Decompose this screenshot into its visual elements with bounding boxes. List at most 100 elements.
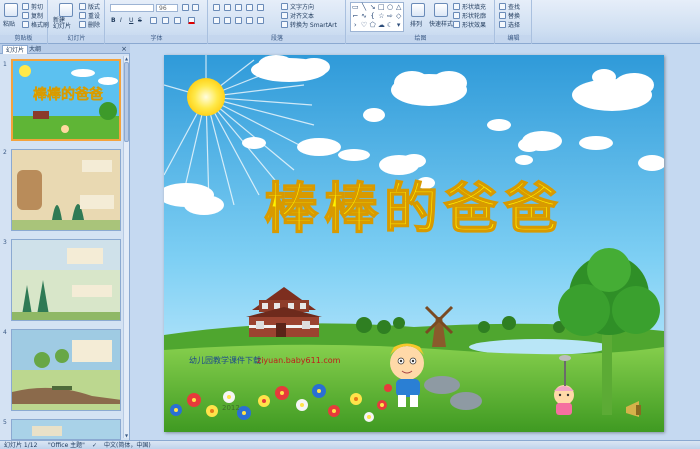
- align-right-icon[interactable]: [235, 17, 242, 24]
- clipboard-group: 粘贴 剪切 复制 格式刷 剪贴板: [0, 0, 49, 44]
- format-painter-button[interactable]: 格式刷: [22, 20, 49, 29]
- language[interactable]: 中文(简体，中国): [104, 441, 151, 449]
- shapes-gallery[interactable]: ▭ ╲ ↘ □ ○ △ ⌐ ∿{☆ ⇨ ◇ › ♡ ⬠ ☁ ☾ ▾: [350, 2, 404, 32]
- font-name-field[interactable]: [110, 4, 154, 12]
- thumbnail-4-art: [12, 330, 120, 410]
- bullets-icon[interactable]: [213, 4, 220, 11]
- thumbnail-number: 2: [3, 149, 7, 156]
- align-left-icon[interactable]: [213, 17, 220, 24]
- cloud-shape-icon[interactable]: ☁: [377, 21, 386, 30]
- thumbnail-number: 4: [3, 329, 7, 336]
- textbox-shape-icon[interactable]: ▭: [351, 3, 360, 12]
- italic-button[interactable]: I: [120, 17, 122, 24]
- layout-icon: [79, 3, 86, 10]
- paste-icon[interactable]: [4, 3, 18, 17]
- tab-slides[interactable]: 幻灯片: [2, 45, 29, 54]
- footer-credit: 幼儿园教学课件下载: [189, 355, 261, 365]
- slide-thumbnail-4[interactable]: [11, 329, 121, 411]
- scroll-down-icon[interactable]: ▼: [124, 433, 129, 438]
- footer-url[interactable]: ziyuan.baby611.com: [257, 356, 341, 365]
- callout-shape-icon[interactable]: ◇: [394, 12, 403, 21]
- slide-thumbnail-2[interactable]: [11, 149, 121, 231]
- paste-button[interactable]: 粘贴: [3, 19, 15, 28]
- decrease-indent-icon[interactable]: [235, 4, 242, 11]
- arrow-shape-icon[interactable]: ↘: [368, 3, 377, 12]
- right-arrow-shape-icon[interactable]: ⇨: [386, 12, 395, 21]
- triangle-shape-icon[interactable]: △: [394, 3, 403, 12]
- girl-character: [554, 385, 574, 415]
- thumbnail-2-art: [12, 150, 120, 230]
- bold-button[interactable]: B: [111, 17, 116, 24]
- delete-slide-button[interactable]: 删除: [79, 20, 100, 29]
- more-shapes-icon[interactable]: ▾: [394, 21, 403, 30]
- font-group-label: 字体: [106, 35, 207, 43]
- underline-button[interactable]: U: [129, 17, 133, 24]
- font-color-icon[interactable]: [188, 17, 195, 24]
- oval-shape-icon[interactable]: ○: [386, 3, 395, 12]
- justify-icon[interactable]: [246, 17, 253, 24]
- close-icon[interactable]: ×: [121, 44, 127, 54]
- line-spacing-icon[interactable]: [257, 4, 264, 11]
- tab-outline[interactable]: 大纲: [26, 45, 44, 54]
- shape-fill-button[interactable]: 形状填充: [453, 2, 486, 11]
- status-bar: 幻灯片 1/12 "Office 主题" ✓ 中文(简体，中国): [0, 440, 700, 449]
- spellcheck-icon[interactable]: ✓: [92, 441, 97, 449]
- arrange-icon[interactable]: [411, 3, 425, 17]
- text-direction-icon: [281, 3, 288, 10]
- curve-shape-icon[interactable]: ∿: [360, 12, 369, 21]
- replace-button[interactable]: 替换: [499, 11, 520, 20]
- scroll-up-icon[interactable]: ▲: [124, 56, 129, 61]
- shrink-font-icon[interactable]: [192, 4, 199, 11]
- cursor-icon: [499, 21, 506, 28]
- drawing-group-label: 绘图: [347, 35, 494, 43]
- scrollbar-thumb[interactable]: [124, 62, 129, 142]
- shape-outline-button[interactable]: 形状轮廓: [453, 11, 486, 20]
- cut-button[interactable]: 剪切: [22, 2, 43, 11]
- thumbnail-scrollbar[interactable]: ▲ ▼: [123, 56, 129, 438]
- quick-styles-icon[interactable]: [434, 3, 448, 17]
- select-button[interactable]: 选择: [499, 20, 520, 29]
- clipboard-group-label: 剪贴板: [0, 35, 47, 43]
- heart-shape-icon[interactable]: ♡: [360, 21, 369, 30]
- rectangle-shape-icon[interactable]: □: [377, 3, 386, 12]
- char-spacing-icon[interactable]: [162, 17, 169, 24]
- copy-button[interactable]: 复制: [22, 11, 43, 20]
- pentagon-shape-icon[interactable]: ⬠: [368, 21, 377, 30]
- slide-thumbnail-3[interactable]: [11, 239, 121, 321]
- smartart-button[interactable]: 转换为 SmartArt: [281, 20, 337, 29]
- change-case-icon[interactable]: [174, 17, 181, 24]
- thumbnail-5-art: [12, 420, 120, 439]
- arrange-button[interactable]: 排列: [410, 19, 422, 28]
- align-center-icon[interactable]: [224, 17, 231, 24]
- line-shape-icon[interactable]: ╲: [360, 3, 369, 12]
- quick-styles-button[interactable]: 快速样式: [429, 19, 453, 28]
- slide-thumbnail-1[interactable]: 棒棒的爸爸: [11, 59, 121, 141]
- brace-shape-icon[interactable]: {: [368, 12, 377, 21]
- new-slide-button[interactable]: 新建 幻灯片: [53, 18, 71, 30]
- grow-font-icon[interactable]: [182, 4, 189, 11]
- slide-thumbnail-5[interactable]: [11, 419, 121, 440]
- page-marker: 2012: [222, 404, 240, 412]
- shape-effects-button[interactable]: 形状效果: [453, 20, 486, 29]
- numbering-icon[interactable]: [224, 4, 231, 11]
- bracket-shape-icon[interactable]: ⌐: [351, 12, 360, 21]
- strikethrough-button[interactable]: S: [138, 17, 142, 24]
- slide-thumbnail-panel: 幻灯片 大纲 × 1 棒棒的爸爸 2 3 4 5 ▲ ▼: [0, 44, 130, 440]
- moon-shape-icon[interactable]: ☾: [386, 21, 395, 30]
- current-slide[interactable]: 棒棒的爸爸 幼儿园教学课件下载 ziyuan.baby611.com 2012: [164, 55, 664, 432]
- new-slide-icon[interactable]: [59, 3, 73, 17]
- align-text-button[interactable]: 对齐文本: [281, 11, 314, 20]
- text-shadow-icon[interactable]: [150, 17, 157, 24]
- star-shape-icon[interactable]: ☆: [377, 12, 386, 21]
- layout-button[interactable]: 版式: [79, 2, 100, 11]
- text-direction-button[interactable]: 文字方向: [281, 2, 314, 11]
- columns-icon[interactable]: [257, 17, 264, 24]
- reset-button[interactable]: 重设: [79, 11, 100, 20]
- slide-canvas: 棒棒的爸爸 幼儿园教学课件下载 ziyuan.baby611.com 2012: [164, 55, 664, 432]
- binoculars-icon: [499, 3, 506, 10]
- chevron-shape-icon[interactable]: ›: [351, 21, 360, 30]
- find-button[interactable]: 查找: [499, 2, 520, 11]
- slide-title[interactable]: 棒棒的爸爸: [263, 176, 564, 241]
- increase-indent-icon[interactable]: [246, 4, 253, 11]
- font-size-field[interactable]: 96: [156, 4, 178, 12]
